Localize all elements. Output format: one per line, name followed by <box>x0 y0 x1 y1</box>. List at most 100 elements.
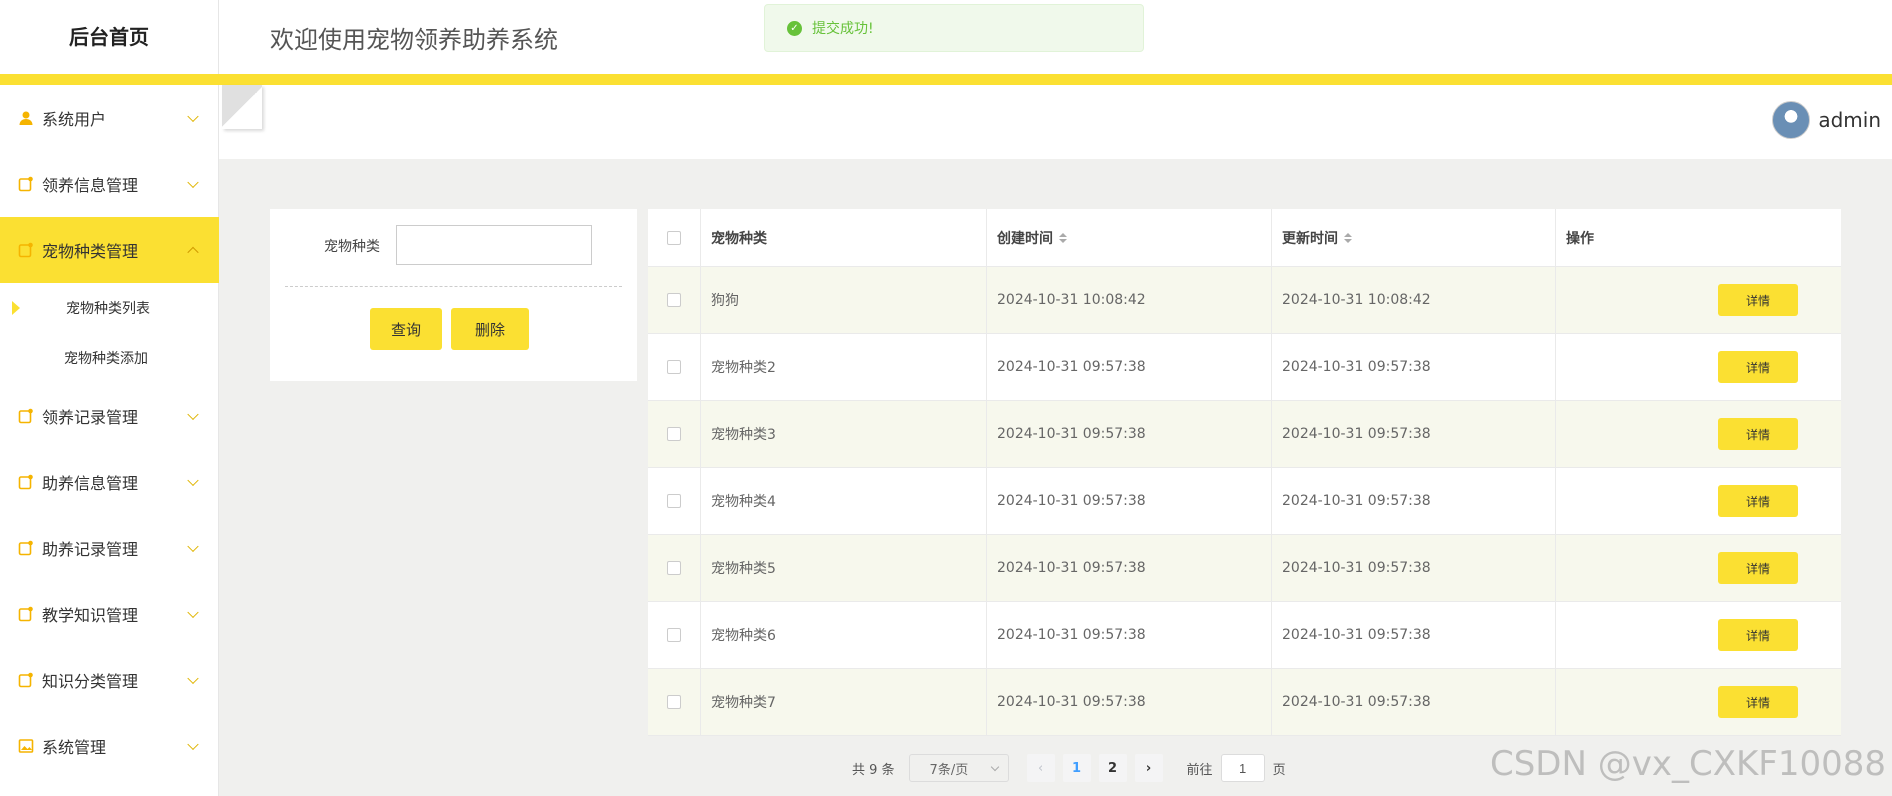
submenu-item-label: 宠物种类列表 <box>66 301 150 317</box>
column-header-op: 操作 <box>1566 230 1594 247</box>
detail-button[interactable]: 详情 <box>1718 351 1798 383</box>
detail-button[interactable]: 详情 <box>1718 418 1798 450</box>
column-header-updated[interactable]: 更新时间 <box>1272 209 1556 266</box>
divider <box>285 286 622 287</box>
table-row: 狗狗 2024-10-31 10:08:42 2024-10-31 10:08:… <box>648 267 1841 334</box>
subheader: admin <box>219 85 1892 159</box>
page-button-2[interactable]: 2 <box>1098 754 1127 782</box>
cell-updated: 2024-10-31 09:57:38 <box>1272 669 1556 735</box>
sidebar-item-label: 系统用户 <box>42 110 107 129</box>
table-row: 宠物种类4 2024-10-31 09:57:38 2024-10-31 09:… <box>648 468 1841 535</box>
next-page-button[interactable]: › <box>1134 754 1163 782</box>
cell-op: 详情 <box>1556 334 1841 400</box>
brand-title[interactable]: 后台首页 <box>0 0 218 70</box>
cell-op: 详情 <box>1556 468 1841 534</box>
cell-created: 2024-10-31 09:57:38 <box>987 401 1272 467</box>
sidebar-item-label: 助养信息管理 <box>42 474 139 493</box>
row-checkbox[interactable] <box>667 695 681 709</box>
chevron-down-icon <box>187 408 199 421</box>
select-all-checkbox[interactable] <box>667 230 681 245</box>
row-checkbox[interactable] <box>667 360 681 374</box>
sidebar-item-label: 领养记录管理 <box>42 408 139 427</box>
sidebar-item-system-users[interactable]: 系统用户 <box>0 85 219 151</box>
detail-button[interactable]: 详情 <box>1718 686 1798 718</box>
chevron-up-icon <box>187 246 199 259</box>
chevron-down-icon <box>187 110 199 123</box>
query-button[interactable]: 查询 <box>370 308 442 350</box>
sort-icon[interactable] <box>1344 232 1352 243</box>
sidebar-menu: 系统用户 领养信息管理 宠物种类管理 宠物种类列表 宠物种类添加 领养记录管理 … <box>0 85 219 779</box>
sidebar-item-pet-category[interactable]: 宠物种类管理 <box>0 217 219 283</box>
cell-updated: 2024-10-31 09:57:38 <box>1272 334 1556 400</box>
cell-op: 详情 <box>1556 535 1841 601</box>
row-checkbox[interactable] <box>667 561 681 575</box>
cell-created: 2024-10-31 09:57:38 <box>987 334 1272 400</box>
row-select-cell <box>648 267 701 333</box>
row-select-cell <box>648 669 701 735</box>
cell-op: 详情 <box>1556 669 1841 735</box>
submenu-item-pet-category-list[interactable]: 宠物种类列表 <box>0 283 219 333</box>
page-fold-icon <box>222 85 262 129</box>
edit-icon <box>18 540 34 556</box>
select-all-cell <box>648 209 701 266</box>
cell-name: 宠物种类7 <box>701 669 987 735</box>
sidebar-item-knowledge-category[interactable]: 知识分类管理 <box>0 647 219 713</box>
sidebar-item-teaching-knowledge[interactable]: 教学知识管理 <box>0 581 219 647</box>
avatar[interactable] <box>1772 101 1811 139</box>
submenu-item-label: 宠物种类添加 <box>64 351 148 367</box>
page-button-1[interactable]: 1 <box>1062 754 1091 782</box>
sidebar-item-system-management[interactable]: 系统管理 <box>0 713 219 779</box>
cell-op: 详情 <box>1556 602 1841 668</box>
edit-icon <box>18 672 34 688</box>
row-checkbox[interactable] <box>667 628 681 642</box>
page-jump-input[interactable] <box>1220 754 1265 782</box>
page-size-select[interactable]: 7条/页 <box>908 754 1009 782</box>
chevron-down-icon <box>187 606 199 619</box>
cell-name: 宠物种类6 <box>701 602 987 668</box>
delete-button[interactable]: 删除 <box>451 308 529 350</box>
sidebar-item-adoption-info[interactable]: 领养信息管理 <box>0 151 219 217</box>
row-select-cell <box>648 334 701 400</box>
table-row: 宠物种类6 2024-10-31 09:57:38 2024-10-31 09:… <box>648 602 1841 669</box>
active-marker-icon <box>12 301 20 315</box>
edit-icon <box>18 176 34 192</box>
column-header-created[interactable]: 创建时间 <box>987 209 1272 266</box>
sidebar: 后台首页 系统用户 领养信息管理 宠物种类管理 宠物种类列表 宠物种类添加 领养… <box>0 0 219 796</box>
detail-button[interactable]: 详情 <box>1718 284 1798 316</box>
table-row: 宠物种类2 2024-10-31 09:57:38 2024-10-31 09:… <box>648 334 1841 401</box>
table-row: 宠物种类7 2024-10-31 09:57:38 2024-10-31 09:… <box>648 669 1841 736</box>
user-menu[interactable]: admin <box>1772 101 1881 139</box>
sidebar-item-label: 宠物种类管理 <box>42 242 139 261</box>
chevron-down-icon <box>187 672 199 685</box>
detail-button[interactable]: 详情 <box>1718 485 1798 517</box>
row-checkbox[interactable] <box>667 427 681 441</box>
sidebar-item-label: 教学知识管理 <box>42 606 139 625</box>
table-row: 宠物种类5 2024-10-31 09:57:38 2024-10-31 09:… <box>648 535 1841 602</box>
sidebar-item-adoption-records[interactable]: 领养记录管理 <box>0 383 219 449</box>
chevron-down-icon <box>187 540 199 553</box>
column-header-name: 宠物种类 <box>701 209 987 266</box>
sidebar-item-label: 助养记录管理 <box>42 540 139 559</box>
jump-suffix: 页 <box>1272 762 1286 778</box>
data-table: 宠物种类 创建时间 更新时间 操作 狗狗 2024-10-31 10:08:42… <box>648 209 1841 736</box>
row-checkbox[interactable] <box>667 494 681 508</box>
detail-button[interactable]: 详情 <box>1718 619 1798 651</box>
sidebar-item-sponsor-info[interactable]: 助养信息管理 <box>0 449 219 515</box>
header-accent-bar <box>219 74 1892 85</box>
row-checkbox[interactable] <box>667 293 681 307</box>
sidebar-item-sponsor-records[interactable]: 助养记录管理 <box>0 515 219 581</box>
detail-button[interactable]: 详情 <box>1718 552 1798 584</box>
edit-icon <box>18 408 34 424</box>
row-select-cell <box>648 401 701 467</box>
pet-category-search-input[interactable] <box>396 225 592 265</box>
submenu-item-pet-category-add[interactable]: 宠物种类添加 <box>0 333 219 383</box>
success-toast: ✓ 提交成功! <box>764 4 1144 52</box>
prev-page-button[interactable]: ‹ <box>1026 754 1055 782</box>
check-circle-icon: ✓ <box>787 20 802 36</box>
cell-op: 详情 <box>1556 267 1841 333</box>
watermark: CSDN @vx_CXKF10088 <box>1489 744 1886 784</box>
column-header-label: 创建时间 <box>997 230 1053 247</box>
sort-icon[interactable] <box>1059 232 1067 243</box>
edit-icon <box>18 606 34 622</box>
sidebar-item-label: 系统管理 <box>42 738 107 757</box>
